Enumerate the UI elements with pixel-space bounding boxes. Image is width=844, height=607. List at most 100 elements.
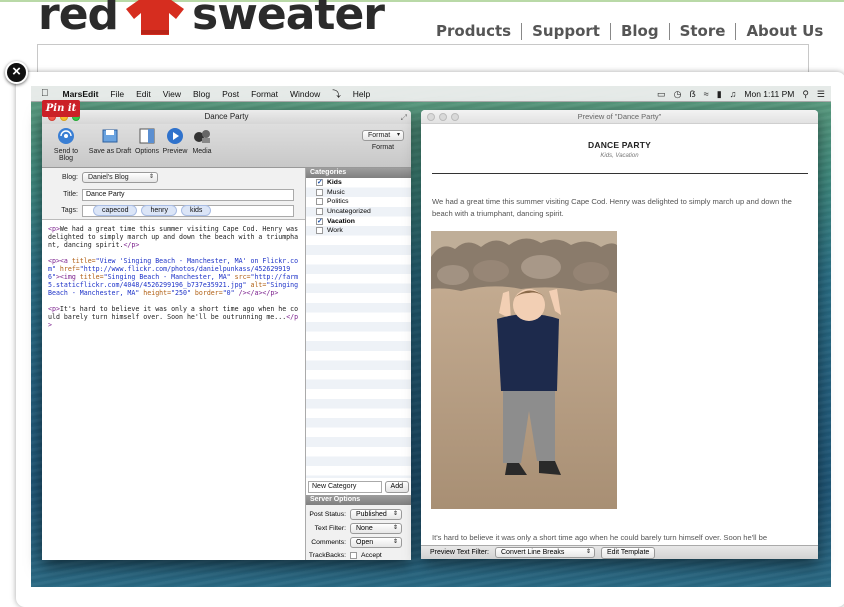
site-nav: Products Support Blog Store About Us bbox=[426, 22, 833, 40]
tags-field[interactable]: capecod henry kids bbox=[82, 204, 294, 217]
preview-icon bbox=[167, 128, 183, 144]
media-button[interactable]: Media bbox=[190, 127, 214, 155]
save-as-draft-button[interactable]: Save as Draft bbox=[88, 127, 132, 155]
post-status-value: Published bbox=[356, 510, 387, 518]
category-kids[interactable]: ✓ Kids bbox=[306, 178, 411, 188]
tag-token[interactable]: capecod bbox=[93, 205, 138, 216]
nav-support[interactable]: Support bbox=[522, 22, 610, 40]
title-row: Title: Dance Party bbox=[42, 188, 294, 201]
apple-menu-icon[interactable]:  bbox=[31, 88, 57, 99]
text-filter-label: Text Filter: bbox=[314, 524, 346, 532]
post-body-editor[interactable]: <p> We had a great time this summer visit… bbox=[42, 221, 305, 560]
pin-it-button[interactable]: Pin it bbox=[42, 100, 80, 117]
battery-icon[interactable]: ▮ bbox=[717, 89, 722, 100]
add-category-button[interactable]: Add bbox=[384, 481, 409, 493]
airplay-icon[interactable]: ▭ bbox=[657, 89, 666, 100]
checkbox-checked[interactable]: ✓ bbox=[316, 217, 323, 225]
categories-pane: Categories ✓ Kids Music Politics Uncatego… bbox=[305, 168, 411, 560]
tag-token[interactable]: henry bbox=[141, 205, 177, 216]
menu-edit[interactable]: Edit bbox=[130, 89, 157, 99]
popup-arrow-icon: ⇕ bbox=[392, 510, 398, 517]
close-window-button[interactable] bbox=[427, 113, 435, 121]
checkbox-checked[interactable]: ✓ bbox=[316, 179, 323, 187]
edit-template-button[interactable]: Edit Template bbox=[601, 546, 656, 559]
preview-paragraph-2: It's hard to believe it was only a short… bbox=[432, 533, 768, 542]
post-status-row: Post Status: Published ⇕ bbox=[306, 508, 402, 520]
send-to-blog-label: Send to Blog bbox=[53, 148, 79, 162]
preview-filter-select[interactable]: Convert Line Breaks ⇕ bbox=[495, 547, 595, 558]
checkbox[interactable] bbox=[316, 227, 323, 235]
nav-store[interactable]: Store bbox=[670, 22, 736, 40]
menu-window[interactable]: Window bbox=[284, 89, 326, 99]
menu-app[interactable]: MarsEdit bbox=[57, 89, 105, 99]
wifi-icon[interactable]: ≈ bbox=[704, 89, 709, 99]
category-work[interactable]: Work bbox=[306, 226, 411, 236]
singing-beach-photo[interactable] bbox=[431, 231, 617, 509]
accept-trackbacks-checkbox[interactable] bbox=[350, 551, 357, 559]
new-category-field[interactable]: New Category bbox=[308, 481, 382, 493]
format-label: Format bbox=[371, 144, 395, 151]
menu-help[interactable]: Help bbox=[347, 89, 376, 99]
popup-arrow-icon: ▾ bbox=[396, 132, 400, 138]
save-as-draft-label: Save as Draft bbox=[88, 148, 132, 155]
category-uncategorized[interactable]: Uncategorized bbox=[306, 207, 411, 217]
menu-format[interactable]: Format bbox=[245, 89, 284, 99]
zoom-window-button[interactable] bbox=[451, 113, 459, 121]
time-machine-icon[interactable]: ◷ bbox=[674, 89, 682, 100]
red-sweater-logo[interactable]: red sweater bbox=[38, 0, 385, 40]
checkbox[interactable] bbox=[316, 208, 323, 216]
checkbox[interactable] bbox=[316, 188, 323, 196]
title-field[interactable]: Dance Party bbox=[82, 188, 294, 201]
post-status-select[interactable]: Published ⇕ bbox=[350, 508, 402, 520]
notification-center-icon[interactable]: ☰ bbox=[817, 89, 825, 100]
window-controls bbox=[427, 113, 459, 121]
body-text: We had a great time this summer visiting… bbox=[48, 225, 303, 249]
category-label: Vacation bbox=[327, 217, 355, 225]
menu-file[interactable]: File bbox=[104, 89, 130, 99]
body-paragraph-1: <p>We had a great time this summer visit… bbox=[48, 225, 299, 249]
popup-arrow-icon: ⇕ bbox=[392, 524, 398, 531]
format-control: Format ▾ Format bbox=[362, 130, 404, 151]
preview-titlebar[interactable]: Preview of "Dance Party" bbox=[421, 110, 818, 124]
minimize-window-button[interactable] bbox=[439, 113, 447, 121]
menu-view[interactable]: View bbox=[157, 89, 187, 99]
checkbox[interactable] bbox=[316, 198, 323, 206]
html-attr: src= bbox=[230, 273, 251, 281]
menubar-clock[interactable]: Mon 1:11 PM bbox=[744, 89, 794, 99]
spotlight-icon[interactable]: ⚲ bbox=[802, 89, 809, 100]
blog-select-value: Daniel's Blog bbox=[88, 174, 129, 181]
volume-icon[interactable]: ♫ bbox=[730, 89, 737, 99]
nav-products[interactable]: Products bbox=[426, 22, 521, 40]
server-options: Server Options Post Status: Published ⇕ T… bbox=[306, 495, 411, 560]
preview-content[interactable]: DANCE PARTY Kids, Vacation We had a grea… bbox=[421, 124, 818, 545]
categories-list: ✓ Kids Music Politics Uncategorized ✓ Vaca… bbox=[306, 178, 411, 478]
category-politics[interactable]: Politics bbox=[306, 197, 411, 207]
options-button[interactable]: Options bbox=[134, 127, 160, 155]
format-popup[interactable]: Format ▾ bbox=[362, 130, 404, 141]
preview-filter-label: Preview Text Filter: bbox=[430, 549, 489, 556]
category-label: Kids bbox=[327, 179, 342, 187]
menu-blog[interactable]: Blog bbox=[187, 89, 216, 99]
html-tag: ><img bbox=[55, 273, 80, 281]
script-menu-icon[interactable]: ⤵ bbox=[326, 88, 347, 100]
send-to-blog-button[interactable]: Send to Blog bbox=[46, 127, 86, 162]
category-vacation[interactable]: ✓ Vacation bbox=[306, 216, 411, 226]
comments-select[interactable]: Open ⇕ bbox=[350, 536, 402, 548]
window-title: Dance Party bbox=[204, 112, 249, 121]
tag-token[interactable]: kids bbox=[180, 205, 212, 216]
preview-button[interactable]: Preview bbox=[162, 127, 188, 155]
text-filter-select[interactable]: None ⇕ bbox=[350, 522, 402, 534]
category-music[interactable]: Music bbox=[306, 188, 411, 198]
marsedit-titlebar[interactable]: Dance Party ⤢ bbox=[42, 110, 411, 124]
new-category-row: New Category Add bbox=[308, 481, 409, 493]
nav-blog[interactable]: Blog bbox=[611, 22, 669, 40]
html-tag: <p> bbox=[48, 305, 60, 313]
close-icon[interactable]: × bbox=[5, 61, 28, 84]
category-label: Politics bbox=[327, 198, 349, 206]
bluetooth-icon[interactable]: ẞ bbox=[689, 89, 695, 99]
fullscreen-icon[interactable]: ⤢ bbox=[401, 111, 407, 125]
nav-about-us[interactable]: About Us bbox=[736, 22, 833, 40]
blog-select[interactable]: Daniel's Blog ⇕ bbox=[82, 172, 158, 183]
html-tag: /></a></p> bbox=[234, 289, 279, 297]
menu-post[interactable]: Post bbox=[216, 89, 245, 99]
